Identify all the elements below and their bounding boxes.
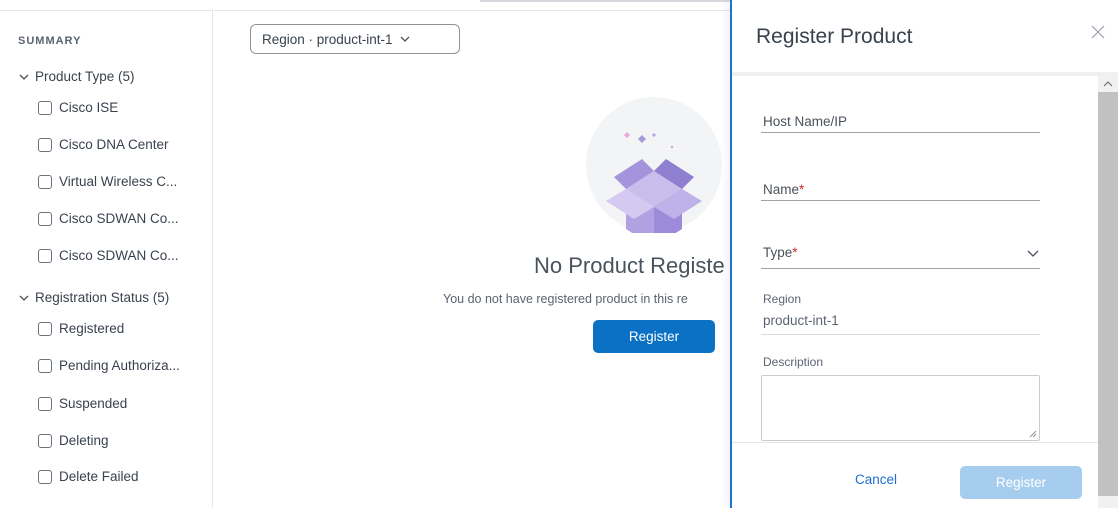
summary-sidebar: SUMMARY Product Type (5) Cisco ISE Cisco… [0, 10, 213, 508]
checkbox[interactable] [38, 321, 52, 336]
type-label: Type [763, 245, 793, 260]
filter-label: Deleting [59, 433, 109, 448]
checkbox[interactable] [38, 137, 52, 152]
filter-label: Cisco DNA Center [59, 137, 169, 152]
description-textarea[interactable] [761, 375, 1040, 441]
filter-cisco-sdwan-1[interactable]: Cisco SDWAN Co... [38, 211, 179, 226]
chevron-down-icon [19, 74, 29, 80]
empty-state-illustration [586, 97, 722, 247]
description-label: Description [763, 355, 824, 369]
region-selector-label: Region · product-int-1 [262, 31, 393, 47]
register-button[interactable]: Register [593, 320, 715, 353]
filter-label: Pending Authoriza... [59, 358, 180, 373]
type-select[interactable]: Type* [763, 245, 798, 260]
filter-label: Cisco SDWAN Co... [59, 248, 179, 263]
filter-cisco-dna-center[interactable]: Cisco DNA Center [38, 137, 169, 152]
filter-delete-failed[interactable]: Delete Failed [38, 469, 139, 484]
checkbox[interactable] [38, 469, 52, 484]
cancel-button[interactable]: Cancel [855, 472, 897, 487]
checkbox[interactable] [38, 396, 52, 411]
filter-label: Registered [59, 321, 125, 336]
region-label: Region [763, 292, 802, 306]
top-divider [480, 0, 730, 2]
product-type-group-toggle[interactable]: Product Type (5) [18, 69, 135, 84]
filter-deleting[interactable]: Deleting [38, 433, 109, 448]
checkbox[interactable] [38, 174, 52, 189]
drawer-footer-divider [732, 442, 1098, 443]
empty-state-title: No Product Registe [534, 253, 725, 278]
name-label: Name [763, 182, 800, 197]
chevron-down-icon[interactable] [1027, 247, 1039, 259]
filter-suspended[interactable]: Suspended [38, 396, 127, 411]
resize-grip-icon[interactable] [1029, 430, 1037, 438]
open-box-icon [606, 132, 702, 247]
drawer-title: Register Product [756, 25, 913, 48]
filter-registered[interactable]: Registered [38, 321, 124, 336]
type-underline [761, 268, 1040, 269]
filter-cisco-sdwan-2[interactable]: Cisco SDWAN Co... [38, 248, 179, 263]
filter-label: Suspended [59, 396, 128, 411]
region-value: product-int-1 [763, 313, 839, 328]
close-icon[interactable] [1090, 24, 1106, 40]
filter-pending-authorization[interactable]: Pending Authoriza... [38, 358, 180, 373]
filter-label: Cisco SDWAN Co... [59, 211, 179, 226]
region-selector[interactable]: Region · product-int-1 [250, 24, 460, 54]
drawer-register-button[interactable]: Register [960, 466, 1082, 499]
main-content: Region · product-int-1 No Product Regist… [214, 10, 732, 508]
filter-cisco-ise[interactable]: Cisco ISE [38, 100, 118, 115]
register-product-drawer: Register Product Host Name/IP Name* Type… [730, 0, 1118, 508]
chevron-down-icon [400, 36, 410, 42]
checkbox[interactable] [38, 100, 52, 115]
summary-title: SUMMARY [18, 35, 82, 47]
chevron-down-icon [19, 295, 29, 301]
region-underline [761, 334, 1040, 335]
drawer-header-divider [732, 72, 1118, 76]
filter-virtual-wireless[interactable]: Virtual Wireless C... [38, 174, 177, 189]
host-name-underline [761, 132, 1040, 133]
filter-label: Cisco ISE [59, 100, 119, 115]
name-underline [761, 200, 1040, 201]
required-marker: * [792, 245, 798, 260]
name-field[interactable]: Name* [763, 182, 804, 197]
filter-label: Virtual Wireless C... [59, 174, 178, 189]
scroll-up-icon[interactable] [1103, 80, 1113, 88]
registration-status-group-toggle[interactable]: Registration Status (5) [18, 290, 169, 305]
checkbox[interactable] [38, 248, 52, 263]
host-name-field[interactable]: Host Name/IP [763, 114, 847, 129]
registration-status-label: Registration Status (5) [35, 290, 170, 305]
product-type-label: Product Type (5) [35, 69, 135, 84]
drawer-scrollbar-thumb[interactable] [1098, 92, 1118, 496]
checkbox[interactable] [38, 211, 52, 226]
empty-state-subtitle: You do not have registered product in th… [443, 292, 688, 306]
app-root: SUMMARY Product Type (5) Cisco ISE Cisco… [0, 0, 1118, 508]
checkbox[interactable] [38, 358, 52, 373]
required-marker: * [799, 182, 805, 197]
checkbox[interactable] [38, 433, 52, 448]
host-name-label: Host Name/IP [763, 114, 848, 129]
filter-label: Delete Failed [59, 469, 139, 484]
